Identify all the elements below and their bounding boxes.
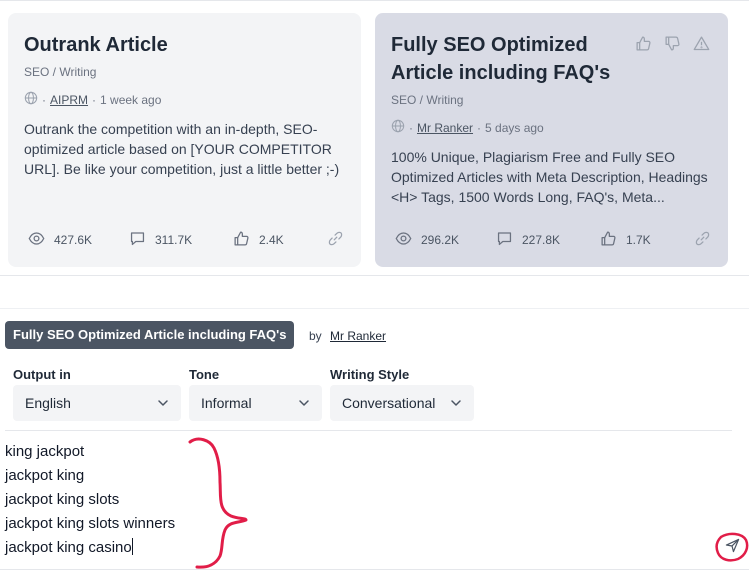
globe-icon [24,91,38,108]
prompt-line: jackpot king slots winners [5,515,176,532]
globe-icon [391,119,405,136]
top-border [0,0,749,1]
views-count: 427.6K [54,233,93,247]
card-title: Fully SEO Optimized Article including FA… [391,34,611,84]
writing-style-select[interactable]: Conversational [330,385,474,421]
comments-count: 227.8K [522,233,561,247]
thumbs-down-icon[interactable] [664,35,681,52]
card-description: Outrank the competition with an in-depth… [24,121,340,177]
warning-icon[interactable] [693,35,710,52]
card-age: 1 week ago [100,92,162,107]
writing-style-label: Writing Style [330,367,410,382]
selected-prompt-title: Fully SEO Optimized Article including FA… [5,321,295,349]
link-icon[interactable] [327,230,344,250]
prompt-line-last: jackpot king casino [5,536,685,560]
output-language-value: English [25,395,71,411]
by-label: by [309,329,322,343]
card-meta: · Mr Ranker · 5 days ago [391,119,544,136]
section-divider [0,308,749,309]
bottom-border [0,569,749,570]
comment-icon [129,230,146,250]
eye-icon [28,230,45,250]
send-icon[interactable] [725,538,740,558]
tone-value: Informal [201,395,252,411]
card-category: SEO / Writing [24,65,97,79]
thumbs-up-icon[interactable] [233,230,250,250]
card-title: Outrank Article [24,34,168,56]
meta-separator: · [477,120,482,135]
comments-stat: 227.8K [496,230,600,250]
author-link[interactable]: AIPRM [50,93,88,107]
output-language-select[interactable]: English [13,385,181,421]
prompt-line: king jackpot [5,443,85,460]
card-category: SEO / Writing [391,93,464,107]
prompt-line: jackpot king slots [5,491,120,508]
likes-stat[interactable]: 2.4K [233,230,323,250]
link-stat[interactable] [327,230,344,250]
meta-separator: · [42,92,46,107]
comments-stat: 311.7K [129,230,233,250]
card-stats: 427.6K 311.7K 2.4K [28,230,344,250]
prompt-card-fully-seo[interactable]: Fully SEO Optimized Article including FA… [375,13,728,267]
tone-label: Tone [189,367,220,382]
thumbs-up-icon[interactable] [635,35,652,52]
link-stat[interactable] [694,230,711,250]
card-description: 100% Unique, Plagiarism Free and Fully S… [391,149,708,205]
meta-separator: · [92,92,97,107]
author-link[interactable]: Mr Ranker [417,121,473,135]
output-language-label: Output in [13,367,71,382]
text-caret [131,538,133,555]
prompt-line-text: jackpot king casino [5,539,132,556]
comments-count: 311.7K [155,233,193,247]
eye-icon [395,230,412,250]
tone-select[interactable]: Informal [189,385,322,421]
comment-icon [496,230,513,250]
views-stat: 296.2K [395,230,496,250]
card-actions [635,35,710,52]
input-divider [5,430,732,431]
link-icon[interactable] [694,230,711,250]
prompt-card-outrank[interactable]: Outrank Article SEO / Writing · AIPRM · … [8,13,361,267]
likes-count: 2.4K [259,233,284,247]
card-stats: 296.2K 227.8K 1.7K [395,230,711,250]
card-meta: · AIPRM · 1 week ago [24,91,161,108]
writing-style-value: Conversational [342,395,436,411]
likes-count: 1.7K [626,233,651,247]
section-divider [0,275,749,276]
views-count: 296.2K [421,233,460,247]
selected-prompt-author-link[interactable]: Mr Ranker [330,329,386,343]
card-age: 5 days ago [485,120,544,135]
meta-separator: · [409,120,413,135]
prompt-line: jackpot king [5,467,85,484]
views-stat: 427.6K [28,230,129,250]
prompt-textarea[interactable]: king jackpot jackpot king jackpot king s… [5,440,685,560]
send-button[interactable] [721,538,743,558]
thumbs-up-icon[interactable] [600,230,617,250]
likes-stat[interactable]: 1.7K [600,230,690,250]
